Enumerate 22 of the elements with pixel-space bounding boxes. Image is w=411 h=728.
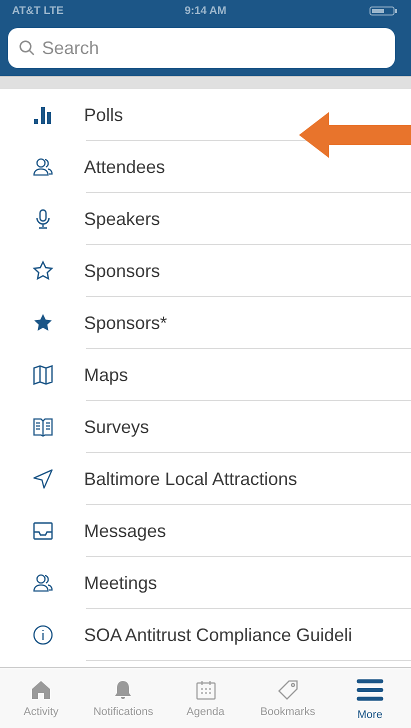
menu-item[interactable]: Speakers: [84, 208, 160, 230]
clock-text: 9:14 AM: [184, 5, 226, 17]
info-icon: [31, 623, 55, 647]
search-field[interactable]: Search: [8, 28, 395, 68]
navigation-arrow-icon: [31, 467, 55, 491]
tab-item[interactable]: More: [328, 668, 411, 728]
menu-item[interactable]: Maps: [84, 364, 128, 386]
carrier-text: AT&T LTE: [12, 5, 64, 17]
star-icon: [31, 259, 55, 283]
menu-item[interactable]: Meetings: [84, 572, 158, 594]
menu-item[interactable]: Attendees: [84, 156, 166, 178]
menu-item[interactable]: Polls: [84, 104, 124, 126]
tag-icon: [276, 678, 300, 702]
calendar-icon: [194, 678, 218, 702]
menu-item[interactable]: Sponsors*: [84, 312, 168, 334]
battery-icon: [369, 6, 399, 16]
menu-item[interactable]: Messages: [84, 520, 166, 542]
menu-item[interactable]: SOA Antitrust Compliance Guideli: [84, 624, 352, 646]
map-icon: [31, 363, 55, 387]
menu-item[interactable]: Surveys: [84, 416, 150, 438]
menu-item[interactable]: Baltimore Local Attractions: [84, 468, 298, 490]
menu-item[interactable]: Sponsors: [84, 260, 160, 282]
